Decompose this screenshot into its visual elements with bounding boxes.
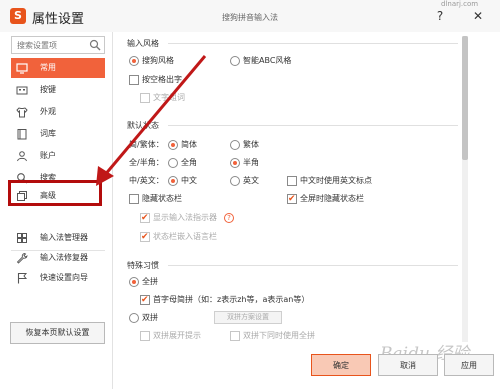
apply-button[interactable]: 应用 <box>444 354 494 376</box>
settings-search <box>11 36 105 54</box>
sidebar-tool-label: 输入法修复器 <box>40 253 88 262</box>
sidebar-item-account[interactable]: 账户 <box>11 146 105 166</box>
radio-label: 英文 <box>243 176 259 185</box>
double-pinyin-scheme-button[interactable]: 双拼方案设置 <box>214 311 282 324</box>
sidebar-item-label: 外观 <box>40 107 56 116</box>
section-title-input-style: 输入风格 <box>127 39 159 48</box>
help-question-icon[interactable]: ? <box>224 213 234 223</box>
checkbox-label: 全屏时隐藏状态栏 <box>300 194 364 203</box>
sidebar-item-keys[interactable]: 按键 <box>11 80 105 100</box>
checkbox-label: 显示输入法指示器 <box>153 213 217 222</box>
radio-button[interactable] <box>230 158 240 168</box>
checkbox[interactable] <box>140 331 150 341</box>
user-icon <box>17 151 27 162</box>
checkbox[interactable] <box>140 93 150 103</box>
radio-label: 中文 <box>181 176 197 185</box>
checkbox[interactable] <box>287 176 297 186</box>
checkbox[interactable] <box>140 212 150 224</box>
radio-button[interactable] <box>230 56 240 66</box>
checkbox[interactable] <box>129 194 139 204</box>
radio-button[interactable] <box>129 313 139 323</box>
radio-button[interactable] <box>168 176 178 186</box>
checkbox-label: 双拼下同时使用全拼 <box>243 331 315 340</box>
section-divider <box>168 43 458 44</box>
radio-button[interactable] <box>168 140 178 150</box>
sidebar-tool-ime-manager[interactable]: 输入法管理器 <box>11 228 105 248</box>
trad-simp-label: 简/繁体： <box>129 140 164 149</box>
radio-label: 全拼 <box>142 277 158 286</box>
help-button[interactable]: ? <box>430 6 450 26</box>
sidebar-item-common[interactable]: 常用 <box>11 58 105 78</box>
checkbox-label: 中文时使用英文标点 <box>300 176 372 185</box>
grid-icon <box>17 233 27 243</box>
radio-button[interactable] <box>230 176 240 186</box>
checkbox-label: 状态栏嵌入语言栏 <box>153 232 217 241</box>
settings-search-input[interactable] <box>12 37 86 53</box>
radio-label: 全角 <box>181 158 197 167</box>
radio-button[interactable] <box>129 56 139 66</box>
search-icon[interactable] <box>89 39 101 51</box>
section-title-special-habits: 特殊习惯 <box>127 261 159 270</box>
window-subtitle: 搜狗拼音输入法 <box>222 13 278 22</box>
radio-label: 搜狗风格 <box>142 56 174 65</box>
checkbox[interactable] <box>129 75 139 85</box>
section-divider <box>168 125 458 126</box>
checkbox-label: 双拼展开提示 <box>153 331 201 340</box>
radio-label: 双拼 <box>142 313 158 322</box>
sidebar-tool-quick-setup[interactable]: 快速设置向导 <box>11 268 105 288</box>
checkbox-label: 首字母简拼（如：z表示zh等，a表示an等） <box>153 295 310 304</box>
shirt-icon <box>16 107 28 118</box>
title-bar: S 属性设置 搜狗拼音输入法 dlnarj.com ? ✕ <box>0 0 500 32</box>
keyboard-icon <box>16 86 28 95</box>
checkbox-label: 隐藏状态栏 <box>142 194 182 203</box>
sidebar-item-appearance[interactable]: 外观 <box>11 102 105 122</box>
advanced-highlight-box <box>8 180 102 206</box>
sidebar-tool-label: 快速设置向导 <box>40 273 88 282</box>
flag-icon <box>17 273 28 284</box>
sidebar-tool-label: 输入法管理器 <box>40 233 88 242</box>
sidebar-item-label: 按键 <box>40 85 56 94</box>
monitor-icon <box>16 63 28 74</box>
radio-button[interactable] <box>129 277 139 287</box>
radio-label: 半角 <box>243 158 259 167</box>
checkbox-label: 文字组词 <box>153 93 185 102</box>
sidebar-item-dictionary[interactable]: 词库 <box>11 124 105 144</box>
scroll-thumb[interactable] <box>462 36 468 160</box>
checkbox[interactable] <box>287 193 297 205</box>
ok-button[interactable]: 确定 <box>311 354 371 376</box>
radio-label: 繁体 <box>243 140 259 149</box>
radio-label: 简体 <box>181 140 197 149</box>
radio-button[interactable] <box>168 158 178 168</box>
section-divider <box>168 265 458 266</box>
sidebar-item-label: 词库 <box>40 129 56 138</box>
language-label: 中/英文： <box>129 176 164 185</box>
restore-defaults-button[interactable]: 恢复本页默认设置 <box>10 322 105 344</box>
cancel-button[interactable]: 取消 <box>378 354 438 376</box>
sidebar-item-label: 常用 <box>40 63 56 72</box>
radio-label: 智能ABC风格 <box>243 56 292 65</box>
checkbox-label: 按空格出字 <box>142 75 182 84</box>
book-icon <box>17 129 27 140</box>
checkbox[interactable] <box>140 294 150 306</box>
checkbox[interactable] <box>140 231 150 243</box>
wrench-icon <box>16 253 28 264</box>
section-title-default-state: 默认状态 <box>127 121 159 130</box>
close-button[interactable]: ✕ <box>468 6 488 26</box>
sidebar-item-label: 账户 <box>40 151 56 160</box>
width-label: 全/半角： <box>129 158 164 167</box>
sidebar-tool-ime-repair[interactable]: 输入法修复器 <box>11 248 105 268</box>
scrollbar[interactable] <box>462 36 468 342</box>
checkbox[interactable] <box>230 331 240 341</box>
radio-button[interactable] <box>230 140 240 150</box>
